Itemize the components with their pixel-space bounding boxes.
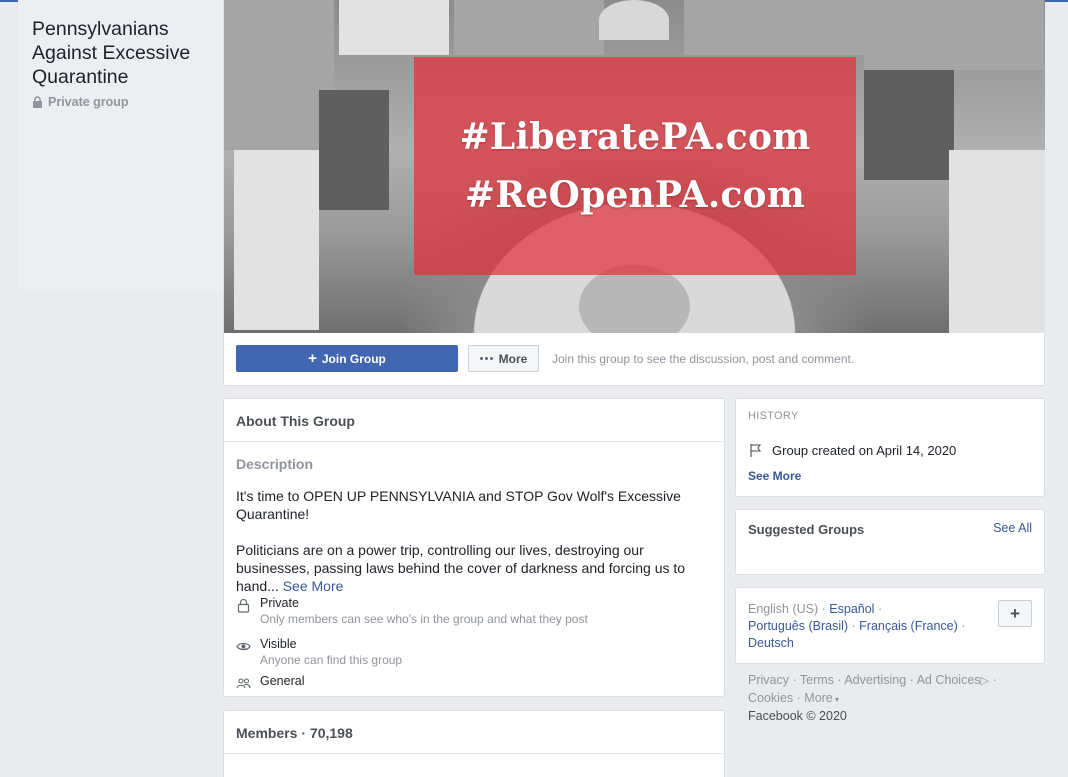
cover-building — [319, 90, 389, 210]
plus-icon: + — [308, 349, 317, 367]
history-created-text: Group created on April 14, 2020 — [772, 442, 957, 458]
cover-building — [339, 0, 449, 55]
people-icon — [236, 678, 251, 689]
category-info-row: General — [236, 674, 304, 691]
footer-terms-link[interactable]: Terms — [800, 673, 834, 687]
suggested-see-all-link[interactable]: See All — [993, 521, 1032, 535]
language-deutsch[interactable]: Deutsch — [748, 636, 794, 650]
lock-icon — [33, 96, 42, 108]
caret-down-icon: ▾ — [832, 695, 840, 704]
cover-building — [454, 0, 604, 55]
about-heading: About This Group — [224, 399, 724, 442]
description-text: It's time to OPEN UP PENNSYLVANIA and ST… — [236, 487, 718, 613]
cover-building — [684, 0, 864, 55]
capitol-dome — [599, 0, 669, 40]
cover-photo[interactable]: #LiberatePA.com #ReOpenPA.com — [224, 0, 1045, 333]
history-heading: HISTORY — [748, 410, 799, 422]
page-footer: Privacy · Terms · Advertising · Ad Choic… — [748, 673, 997, 723]
suggested-groups-heading: Suggested Groups — [748, 522, 865, 537]
language-portugues[interactable]: Português (Brasil) — [748, 619, 848, 633]
join-group-label: Join Group — [321, 351, 386, 366]
more-dots-icon — [479, 357, 493, 360]
cover-building — [224, 0, 334, 150]
eye-icon — [236, 642, 251, 651]
footer-more-link[interactable]: More — [804, 691, 832, 705]
more-label: More — [498, 351, 528, 366]
cover-building — [864, 0, 1044, 70]
footer-privacy-link[interactable]: Privacy — [748, 673, 789, 687]
category-info-title: General — [260, 674, 305, 688]
footer-ad-choices-link[interactable]: Ad Choices — [917, 673, 981, 687]
add-language-button[interactable]: + — [998, 600, 1032, 627]
lock-outline-icon — [237, 598, 250, 613]
cover-building — [234, 150, 319, 330]
language-francais[interactable]: Français (France) — [859, 619, 958, 633]
privacy-text: Private group — [48, 95, 129, 109]
members-card: Members · 70,198 — [223, 710, 725, 777]
privacy-info-title: Private — [260, 596, 299, 610]
join-group-button[interactable]: + Join Group — [236, 345, 458, 372]
banner-line-1: #LiberatePA.com — [459, 116, 811, 158]
group-privacy-label: Private group — [32, 95, 129, 109]
visibility-info-row: Visible Anyone can find this group — [236, 637, 402, 668]
banner-line-2: #ReOpenPA.com — [464, 174, 806, 216]
history-see-more-link[interactable]: See More — [748, 469, 801, 483]
history-card: HISTORY Group created on April 14, 2020 … — [735, 398, 1045, 497]
description-label: Description — [236, 456, 314, 472]
members-heading[interactable]: Members · 70,198 — [224, 711, 724, 754]
language-espanol[interactable]: Español — [829, 602, 874, 616]
language-card: English (US) · Español · Português (Bras… — [735, 587, 1045, 664]
privacy-info-row: Private Only members can see who's in th… — [236, 596, 588, 627]
visibility-info-subtitle: Anyone can find this group — [260, 653, 403, 667]
group-name[interactable]: Pennsylvanians Against Excessive Quarant… — [32, 17, 222, 89]
footer-advertising-link[interactable]: Advertising — [844, 673, 906, 687]
group-actions: + Join Group More Join this group to see… — [236, 345, 854, 372]
join-hint-text: Join this group to see the discussion, p… — [552, 351, 855, 366]
description-see-more-link[interactable]: See More — [283, 578, 344, 594]
cover-building — [864, 70, 954, 180]
footer-copyright: Facebook © 2020 — [748, 709, 847, 723]
footer-cookies-link[interactable]: Cookies — [748, 691, 793, 705]
ad-choices-icon: ▷ — [980, 675, 989, 687]
description-paragraph-2: Politicians are on a power trip, control… — [236, 541, 718, 595]
cover-card: #LiberatePA.com #ReOpenPA.com + Join Gro… — [223, 0, 1045, 386]
cover-banner: #LiberatePA.com #ReOpenPA.com — [414, 57, 856, 275]
flag-icon — [750, 444, 762, 457]
visibility-info-title: Visible — [260, 637, 297, 651]
language-list: English (US) · Español · Português (Bras… — [748, 602, 966, 650]
more-button[interactable]: More — [468, 345, 539, 372]
about-group-card: About This Group Description It's time t… — [223, 398, 725, 697]
description-paragraph-1: It's time to OPEN UP PENNSYLVANIA and ST… — [236, 488, 681, 522]
privacy-info-subtitle: Only members can see who's in the group … — [260, 612, 588, 626]
cover-building — [949, 150, 1045, 333]
history-created-row: Group created on April 14, 2020 — [748, 442, 956, 458]
suggested-groups-card: Suggested Groups See All — [735, 509, 1045, 575]
language-current: English (US) — [748, 602, 819, 616]
